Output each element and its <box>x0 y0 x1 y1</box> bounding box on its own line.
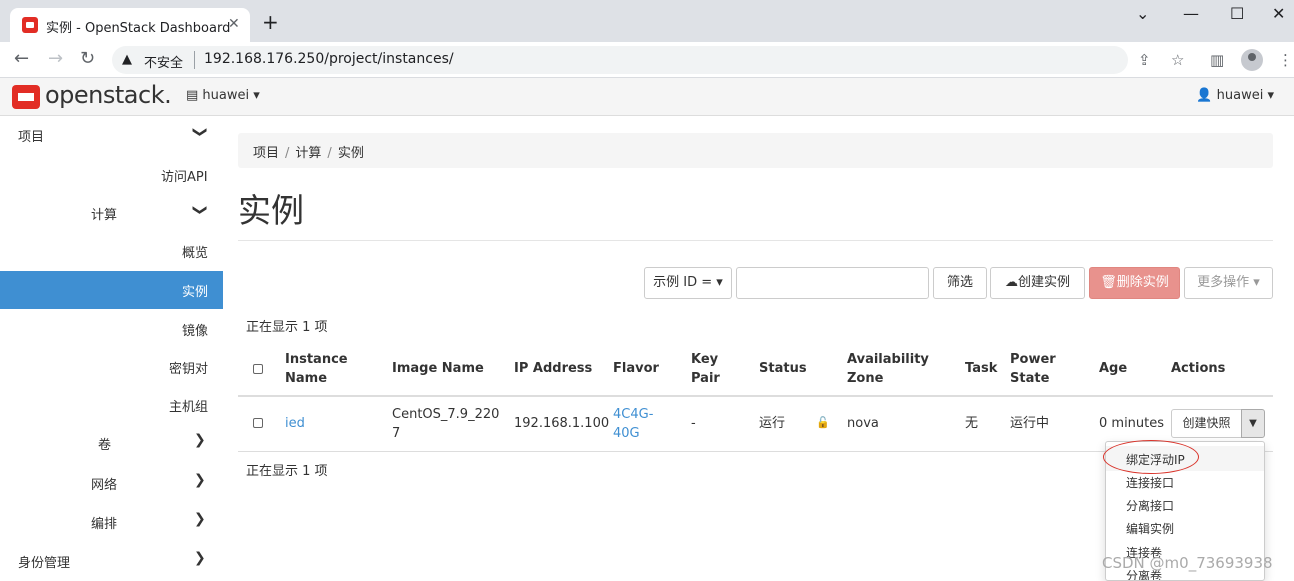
project-list-icon: ▤ <box>186 88 203 103</box>
warning-icon[interactable]: ▲ <box>122 52 132 67</box>
browser-toolbar: ← → ↻ ▲ 不安全 192.168.176.250/project/inst… <box>0 42 1294 78</box>
menu-item-attach-interface[interactable]: 连接接口 <box>1126 474 1174 491</box>
breadcrumb-instances: 实例 <box>337 146 364 161</box>
chevron-down-icon: ❯ <box>191 126 208 138</box>
table-header-divider <box>238 395 1273 397</box>
image-name-cell: CentOS_7.9_220 7 <box>392 407 500 441</box>
filter-type-dropdown[interactable]: 示例 ID = ▾ <box>644 267 732 299</box>
sidebar-item-project[interactable]: 项目 ❯ <box>0 116 223 154</box>
sidebar-item-server-groups[interactable]: 主机组 <box>0 386 223 424</box>
item-count-top: 正在显示 1 项 <box>246 320 328 335</box>
col-actions: Actions <box>1171 361 1226 376</box>
col-status[interactable]: Status <box>759 359 807 378</box>
omnibox-divider <box>194 51 195 69</box>
flavor-link[interactable]: 4C4G- 40G <box>613 405 653 443</box>
sidebar-item-api-access[interactable]: 访问API <box>0 156 223 194</box>
status-cell: 运行 <box>759 416 786 431</box>
sidebar-item-images[interactable]: 镜像 <box>0 310 223 348</box>
filter-input[interactable] <box>736 267 929 299</box>
openstack-favicon-icon <box>22 17 38 33</box>
openstack-header: openstack. ▤ huawei ▾ 👤 huawei ▾ <box>0 78 1294 116</box>
instance-name-link[interactable]: ied <box>285 414 305 433</box>
sidebar-item-overview[interactable]: 概览 <box>0 232 223 270</box>
bookmark-star-icon[interactable]: ☆ <box>1171 51 1184 69</box>
unlock-icon: 🔓 <box>816 416 830 429</box>
col-key-pair[interactable]: Key Pair <box>691 350 720 388</box>
project-selector[interactable]: ▤ huawei ▾ <box>186 88 260 103</box>
breadcrumb: 项目 / 计算 / 实例 <box>238 133 1273 168</box>
col-flavor[interactable]: Flavor <box>613 359 659 378</box>
row-actions-caret-icon[interactable]: ▼ <box>1241 409 1265 438</box>
sidebar-item-compute[interactable]: 计算 ❯ <box>0 194 223 232</box>
age-cell: 0 minutes <box>1099 416 1165 431</box>
side-panel-icon[interactable]: ▥ <box>1210 51 1224 69</box>
browser-tab[interactable]: 实例 - OpenStack Dashboard ✕ <box>10 8 250 42</box>
col-task[interactable]: Task <box>965 359 997 378</box>
create-snapshot-button[interactable]: 创建快照 <box>1171 409 1242 438</box>
user-icon: 👤 <box>1196 88 1217 103</box>
tab-search-chevron-icon[interactable]: ⌄ <box>1136 4 1149 23</box>
filter-button[interactable]: 筛选 <box>933 267 987 299</box>
item-count-bottom: 正在显示 1 项 <box>246 464 328 479</box>
address-bar[interactable]: ▲ 不安全 192.168.176.250/project/instances/ <box>112 46 1128 74</box>
availability-zone-cell: nova <box>847 416 879 431</box>
col-power-state[interactable]: Power State <box>1010 350 1056 388</box>
maximize-icon[interactable]: ☐ <box>1230 4 1244 23</box>
back-icon[interactable]: ← <box>14 49 29 69</box>
col-age[interactable]: Age <box>1099 359 1127 378</box>
row-checkbox[interactable] <box>253 418 263 428</box>
sidebar: 项目 ❯ 访问API 计算 ❯ 概览 实例 镜像 密钥对 主机组 卷 ❯ 网络 … <box>0 116 223 581</box>
url-text[interactable]: 192.168.176.250/project/instances/ <box>204 51 454 67</box>
openstack-logo-text[interactable]: openstack. <box>45 81 172 109</box>
insecure-label[interactable]: 不安全 <box>144 52 183 71</box>
col-ip-address[interactable]: IP Address <box>514 359 592 378</box>
watermark: CSDN @m0_73693938 <box>1102 554 1273 572</box>
sidebar-item-instances[interactable]: 实例 <box>0 271 223 309</box>
close-window-icon[interactable]: ✕ <box>1272 4 1285 23</box>
forward-icon[interactable]: → <box>48 49 63 69</box>
cloud-upload-icon: ☁ <box>1004 275 1018 290</box>
breadcrumb-project[interactable]: 项目 <box>253 146 279 161</box>
col-instance-name[interactable]: Instance Name <box>285 350 348 388</box>
chevron-right-icon: ❯ <box>194 550 206 566</box>
create-instance-button[interactable]: ☁创建实例 <box>990 267 1085 299</box>
sidebar-item-orchestration[interactable]: 编排 ❯ <box>0 503 223 541</box>
chevron-right-icon: ❯ <box>194 511 206 527</box>
tab-title: 实例 - OpenStack Dashboard <box>46 21 231 36</box>
minimize-icon[interactable]: — <box>1183 4 1199 23</box>
task-cell: 无 <box>965 416 979 431</box>
sidebar-item-network[interactable]: 网络 ❯ <box>0 464 223 502</box>
trash-icon: 🗑 <box>1100 275 1117 290</box>
delete-instance-button[interactable]: 🗑删除实例 <box>1089 267 1180 299</box>
power-state-cell: 运行中 <box>1010 416 1050 431</box>
close-tab-icon[interactable]: ✕ <box>228 16 240 32</box>
browser-tab-bar: 实例 - OpenStack Dashboard ✕ + ⌄ — ☐ ✕ <box>0 0 1294 42</box>
annotation-circle <box>1103 440 1199 474</box>
more-actions-button[interactable]: 更多操作 ▾ <box>1184 267 1273 299</box>
col-image-name[interactable]: Image Name <box>392 359 484 378</box>
chevron-down-icon: ❯ <box>191 204 208 216</box>
select-all-checkbox[interactable] <box>253 364 263 374</box>
share-icon[interactable]: ⇪ <box>1138 51 1151 69</box>
ip-address-cell: 192.168.1.100 <box>514 416 610 431</box>
breadcrumb-compute[interactable]: 计算 <box>295 146 321 161</box>
page-title: 实例 <box>238 191 304 230</box>
new-tab-icon[interactable]: + <box>262 12 279 32</box>
profile-avatar-icon[interactable] <box>1241 49 1263 71</box>
sidebar-item-key-pairs[interactable]: 密钥对 <box>0 348 223 386</box>
sidebar-item-volumes[interactable]: 卷 ❯ <box>0 424 223 462</box>
col-availability-zone[interactable]: Availability Zone <box>847 350 929 388</box>
chevron-right-icon: ❯ <box>194 432 206 448</box>
reload-icon[interactable]: ↻ <box>80 49 95 69</box>
menu-item-edit-instance[interactable]: 编辑实例 <box>1126 520 1174 537</box>
key-pair-cell: - <box>691 416 696 431</box>
title-divider <box>238 240 1273 241</box>
menu-item-detach-interface[interactable]: 分离接口 <box>1126 497 1174 514</box>
openstack-logo-icon[interactable] <box>12 85 40 109</box>
chevron-right-icon: ❯ <box>194 472 206 488</box>
browser-menu-icon[interactable]: ⋮ <box>1278 51 1293 69</box>
sidebar-item-identity[interactable]: 身份管理 ❯ <box>0 542 223 580</box>
user-menu[interactable]: 👤 huawei ▾ <box>1196 88 1274 103</box>
